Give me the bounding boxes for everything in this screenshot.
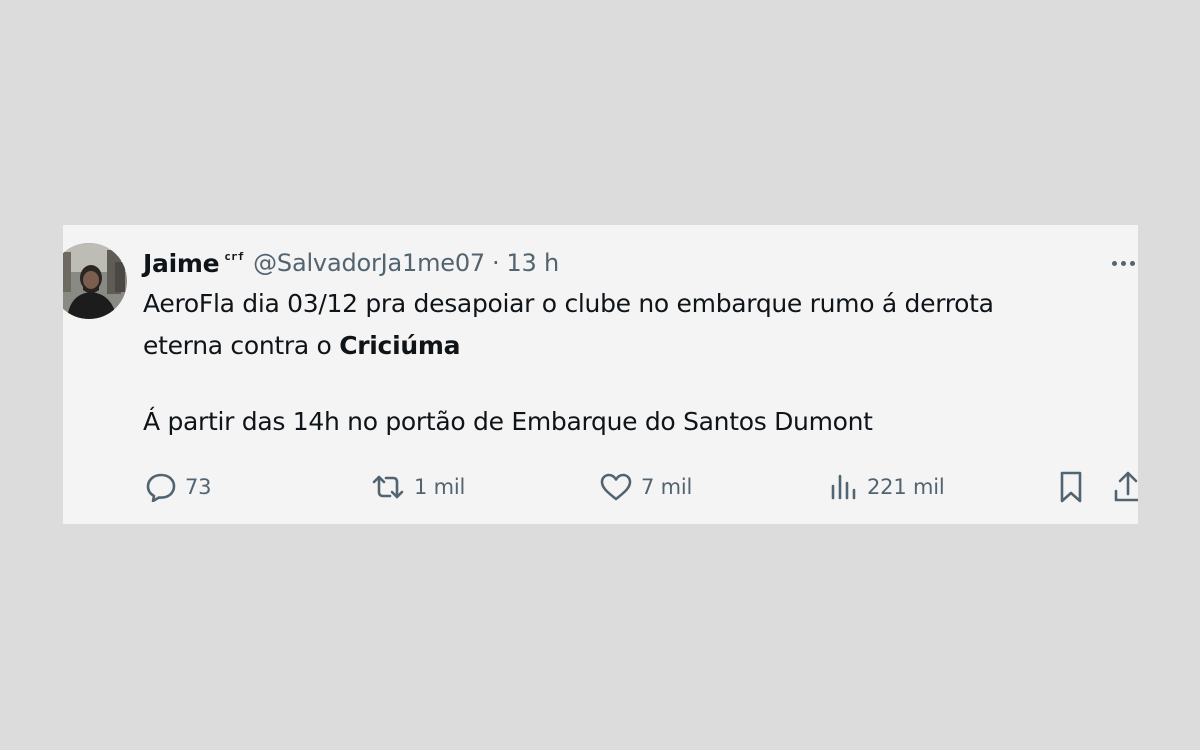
views-count: 221 mil: [867, 475, 945, 499]
like-button[interactable]: 7 mil: [599, 467, 692, 507]
more-dot-icon: [1112, 261, 1117, 266]
avatar[interactable]: [63, 242, 127, 320]
reply-icon: [145, 472, 177, 502]
tweet-text-line: eterna contra o Criciúma: [143, 325, 1103, 367]
tweet-timestamp[interactable]: 13 h: [506, 249, 559, 277]
more-dot-icon: [1121, 261, 1126, 266]
separator-dot: ·: [491, 249, 500, 277]
tweet-text: AeroFla dia 03/12 pra desapoiar o clube …: [143, 283, 1103, 443]
tweet-text-line: AeroFla dia 03/12 pra desapoiar o clube …: [143, 289, 994, 318]
heart-icon: [599, 472, 633, 502]
action-bar: 73 1 mil 7 mil 221 mil: [63, 467, 1138, 507]
share-button[interactable]: [1113, 467, 1138, 507]
tweet-header: Jaime crf @SalvadorJa1me07 · 13 h: [143, 245, 559, 281]
author-badge: crf: [224, 249, 245, 263]
repost-icon: [370, 472, 406, 502]
repost-count: 1 mil: [414, 475, 466, 499]
share-icon: [1113, 470, 1138, 504]
reply-count: 73: [185, 475, 212, 499]
views-chart-icon: [829, 472, 859, 502]
more-dot-icon: [1130, 261, 1135, 266]
bookmark-icon: [1057, 470, 1085, 504]
reply-button[interactable]: 73: [145, 467, 212, 507]
hashtag-criciuma[interactable]: Criciúma: [339, 331, 460, 360]
repost-button[interactable]: 1 mil: [370, 467, 465, 507]
tweet-text-line: Á partir das 14h no portão de Embarque d…: [143, 407, 873, 436]
like-count: 7 mil: [641, 475, 693, 499]
tweet-text-segment: eterna contra o: [143, 331, 340, 360]
views-button[interactable]: 221 mil: [829, 467, 945, 507]
author-display-name[interactable]: Jaime: [143, 249, 220, 278]
bookmark-button[interactable]: [1057, 467, 1085, 507]
more-options-button[interactable]: [1108, 253, 1138, 273]
author-handle[interactable]: @SalvadorJa1me07: [253, 249, 485, 277]
tweet-card[interactable]: Jaime crf @SalvadorJa1me07 · 13 h AeroFl…: [63, 225, 1138, 524]
